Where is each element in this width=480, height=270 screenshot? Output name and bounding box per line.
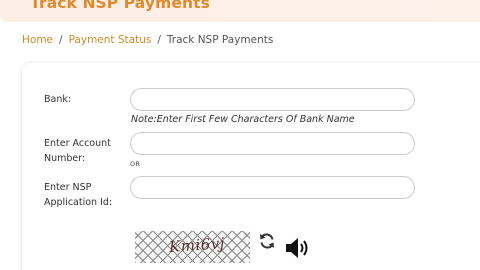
captcha-image: Kmi6vj <box>135 231 250 263</box>
account-number-label-line1: Enter Account <box>44 138 111 149</box>
breadcrumb-current: Track NSP Payments <box>166 34 274 46</box>
application-id-label-line2: Application Id: <box>44 197 113 208</box>
or-separator: OR <box>130 160 141 168</box>
breadcrumb-separator: / <box>157 34 161 46</box>
account-number-input[interactable] <box>130 132 415 155</box>
page-title: Track NSP Payments <box>30 0 210 12</box>
account-number-label: Enter Account Number: <box>44 136 111 166</box>
bank-note: Note:Enter First Few Characters Of Bank … <box>131 114 355 125</box>
refresh-icon[interactable] <box>257 231 277 251</box>
breadcrumb-home-link[interactable]: Home <box>22 34 53 46</box>
account-number-label-line2: Number: <box>44 153 86 164</box>
application-id-label: Enter NSP Application Id: <box>44 180 112 210</box>
bank-label: Bank: <box>44 94 72 105</box>
page-header-banner: Track NSP Payments <box>0 0 480 22</box>
breadcrumb: Home / Payment Status / Track NSP Paymen… <box>22 32 273 48</box>
breadcrumb-payment-status-link[interactable]: Payment Status <box>69 34 152 46</box>
page: Track NSP Payments Home / Payment Status… <box>0 0 480 270</box>
breadcrumb-separator: / <box>59 34 63 46</box>
captcha-text: Kmi6vj <box>168 234 226 256</box>
application-id-input[interactable] <box>130 176 415 199</box>
application-id-label-line1: Enter NSP <box>44 182 92 193</box>
bank-input[interactable] <box>130 88 415 111</box>
speaker-icon[interactable] <box>284 236 312 260</box>
